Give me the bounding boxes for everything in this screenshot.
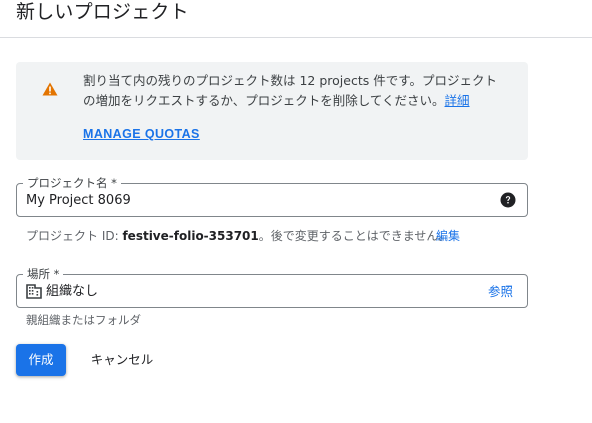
quota-message: 割り当て内の残りのプロジェクト数は 12 projects 件です。プロジェクト… [83, 71, 508, 111]
project-name-label: プロジェクト名 * [23, 175, 121, 191]
header-divider [0, 37, 592, 38]
browse-location-link[interactable]: 参照 [488, 283, 513, 300]
location-field[interactable]: 場所 * 組織なし 参照 [16, 266, 528, 308]
manage-quotas-link[interactable]: MANAGE QUOTAS [83, 127, 200, 141]
project-name-field[interactable]: プロジェクト名 * My Project 8069 [16, 175, 528, 217]
location-value: 組織なし [46, 284, 99, 299]
project-id-info: プロジェクト ID: festive-folio-353701。後で変更すること… [26, 228, 450, 245]
location-hint: 親組織またはフォルダ [26, 313, 141, 327]
cancel-button[interactable]: キャンセル [82, 344, 162, 376]
project-name-input[interactable]: My Project 8069 [26, 192, 131, 209]
details-link[interactable]: 詳細 [445, 93, 470, 108]
project-id-prefix: プロジェクト ID: [26, 229, 123, 243]
edit-project-id-link[interactable]: 編集 [436, 228, 460, 245]
quota-message-text: 割り当て内の残りのプロジェクト数は 12 projects 件です。プロジェクト… [83, 73, 497, 108]
new-project-page: 新しいプロジェクト 割り当て内の残りのプロジェクト数は 12 projects … [0, 0, 592, 423]
warning-icon [42, 82, 58, 96]
project-id-suffix: 。後で変更することはできません。 [258, 229, 451, 243]
building-icon [26, 284, 42, 299]
page-title: 新しいプロジェクト [16, 1, 189, 23]
create-button[interactable]: 作成 [16, 344, 66, 376]
project-id-value: festive-folio-353701 [122, 229, 259, 243]
quota-notice: 割り当て内の残りのプロジェクト数は 12 projects 件です。プロジェクト… [16, 62, 528, 160]
location-label: 場所 * [23, 266, 64, 282]
help-icon[interactable] [500, 192, 516, 208]
